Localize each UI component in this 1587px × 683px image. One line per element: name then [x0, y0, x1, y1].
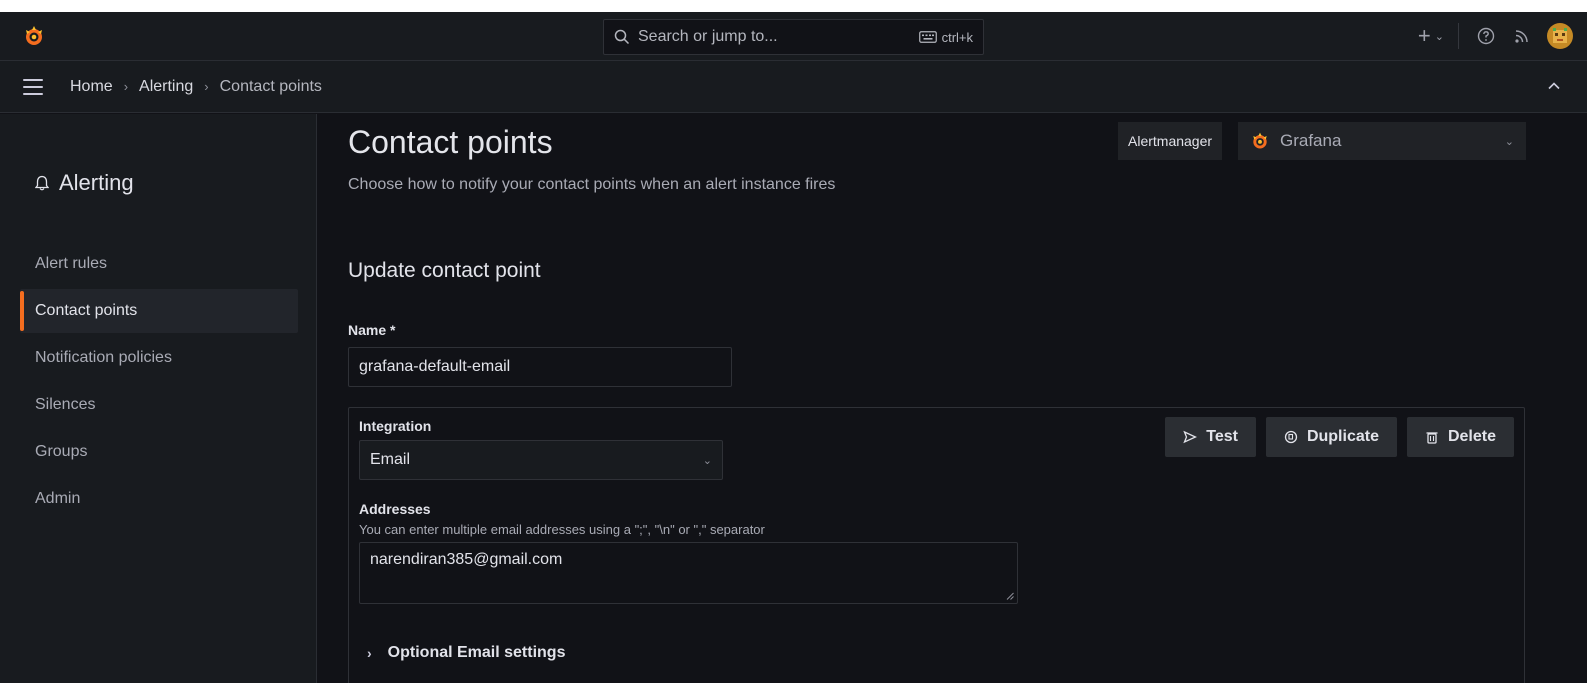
sidebar-item-admin[interactable]: Admin	[20, 477, 298, 521]
addresses-value: narendiran385@gmail.com	[370, 551, 563, 568]
duplicate-button[interactable]: Duplicate	[1265, 417, 1397, 457]
news-button[interactable]	[1511, 25, 1533, 47]
sidebar-item-groups[interactable]: Groups	[20, 430, 298, 474]
avatar-icon	[1553, 28, 1567, 43]
sidebar-item-label: Silences	[35, 396, 96, 413]
keyboard-icon	[918, 31, 937, 43]
grafana-logo-icon[interactable]	[22, 24, 46, 48]
search-shortcut: ctrl+k	[918, 29, 973, 45]
sidebar-item-label: Groups	[35, 443, 88, 460]
addresses-textarea[interactable]: narendiran385@gmail.com	[359, 542, 1018, 604]
optional-settings-toggle[interactable]: › Optional Email settings	[367, 644, 565, 662]
rss-icon	[1515, 30, 1528, 43]
new-button[interactable]: + ⌄	[1418, 23, 1444, 49]
menu-icon[interactable]	[23, 78, 43, 95]
breadcrumb-separator-icon: ›	[123, 79, 129, 94]
breadcrumb-bar: Home › Alerting › Contact points	[0, 61, 1587, 113]
optional-settings-label: Optional Email settings	[387, 644, 566, 661]
main-content: Contact points Choose how to notify your…	[318, 114, 1587, 683]
chevron-right-icon: ›	[367, 645, 372, 661]
top-right-actions: + ⌄	[1418, 20, 1573, 52]
send-icon	[1183, 430, 1198, 444]
name-input[interactable]: grafana-default-email	[348, 347, 732, 387]
copy-icon	[1284, 430, 1298, 444]
chevron-down-icon: ⌄	[702, 454, 712, 467]
addresses-help: You can enter multiple email addresses u…	[359, 522, 765, 537]
chevron-up-icon[interactable]	[1547, 81, 1561, 91]
help-icon	[1477, 27, 1495, 45]
chevron-down-icon: ⌄	[1434, 30, 1444, 43]
grafana-logo-icon	[1253, 132, 1267, 149]
sidebar-item-label: Alert rules	[35, 255, 108, 272]
sidebar-item-contact-points[interactable]: Contact points	[20, 289, 298, 333]
addresses-label: Addresses	[359, 501, 431, 517]
section-title: Update contact point	[348, 259, 541, 282]
search-placeholder: Search or jump to...	[638, 28, 778, 45]
app: Search or jump to... ctrl+k + ⌄ Home › A…	[0, 12, 1587, 683]
sidebar-item-alert-rules[interactable]: Alert rules	[20, 242, 298, 286]
breadcrumb: Home › Alerting › Contact points	[70, 78, 322, 96]
search-icon	[614, 29, 630, 45]
page-title: Contact points	[348, 124, 553, 160]
sidebar-item-label: Contact points	[35, 302, 138, 319]
name-label: Name *	[348, 322, 396, 338]
sidebar-item-silences[interactable]: Silences	[20, 383, 298, 427]
integration-label: Integration	[359, 418, 432, 434]
sidebar-item-label: Notification policies	[35, 349, 172, 366]
sidebar-item-notification-policies[interactable]: Notification policies	[20, 336, 298, 380]
divider	[1458, 23, 1459, 49]
resize-handle-icon[interactable]	[1006, 592, 1014, 600]
breadcrumb-alerting[interactable]: Alerting	[139, 78, 193, 96]
alertmanager-select[interactable]: Grafana ⌄	[1238, 122, 1526, 160]
test-button[interactable]: Test	[1165, 417, 1256, 457]
breadcrumb-separator-icon: ›	[204, 79, 209, 94]
breadcrumb-contact-points: Contact points	[219, 77, 322, 95]
test-button-label: Test	[1206, 428, 1238, 445]
delete-button[interactable]: Delete	[1406, 417, 1514, 457]
integration-value: Email	[370, 451, 411, 468]
delete-button-label: Delete	[1447, 428, 1496, 445]
chevron-down-icon: ⌄	[1504, 135, 1514, 148]
trash-icon	[1426, 432, 1438, 444]
bell-icon	[35, 175, 49, 191]
user-avatar[interactable]	[1547, 23, 1573, 49]
integration-actions: Test Duplicate Delete	[1165, 417, 1514, 457]
page-subtitle: Choose how to notify your contact points…	[348, 176, 836, 193]
help-button[interactable]	[1475, 25, 1497, 47]
breadcrumb-home[interactable]: Home	[70, 78, 113, 96]
shortcut-text: ctrl+k	[941, 29, 973, 45]
sidebar: Alerting Alert rules Contact points Noti…	[0, 114, 317, 683]
integration-select[interactable]: Email ⌄	[359, 440, 723, 480]
plus-icon: +	[1417, 23, 1431, 48]
integration-panel: Integration Email ⌄ Test Duplicate Delet…	[348, 407, 1525, 683]
sidebar-title-label: Alerting	[59, 170, 134, 195]
sidebar-title: Alerting	[35, 170, 134, 196]
search-bar[interactable]: Search or jump to... ctrl+k	[603, 19, 984, 55]
alertmanager-value: Grafana	[1280, 131, 1342, 150]
alertmanager-label: Alertmanager	[1118, 122, 1223, 160]
duplicate-button-label: Duplicate	[1306, 428, 1379, 445]
sidebar-item-label: Admin	[35, 490, 81, 507]
top-bar: Search or jump to... ctrl+k + ⌄	[0, 12, 1587, 61]
